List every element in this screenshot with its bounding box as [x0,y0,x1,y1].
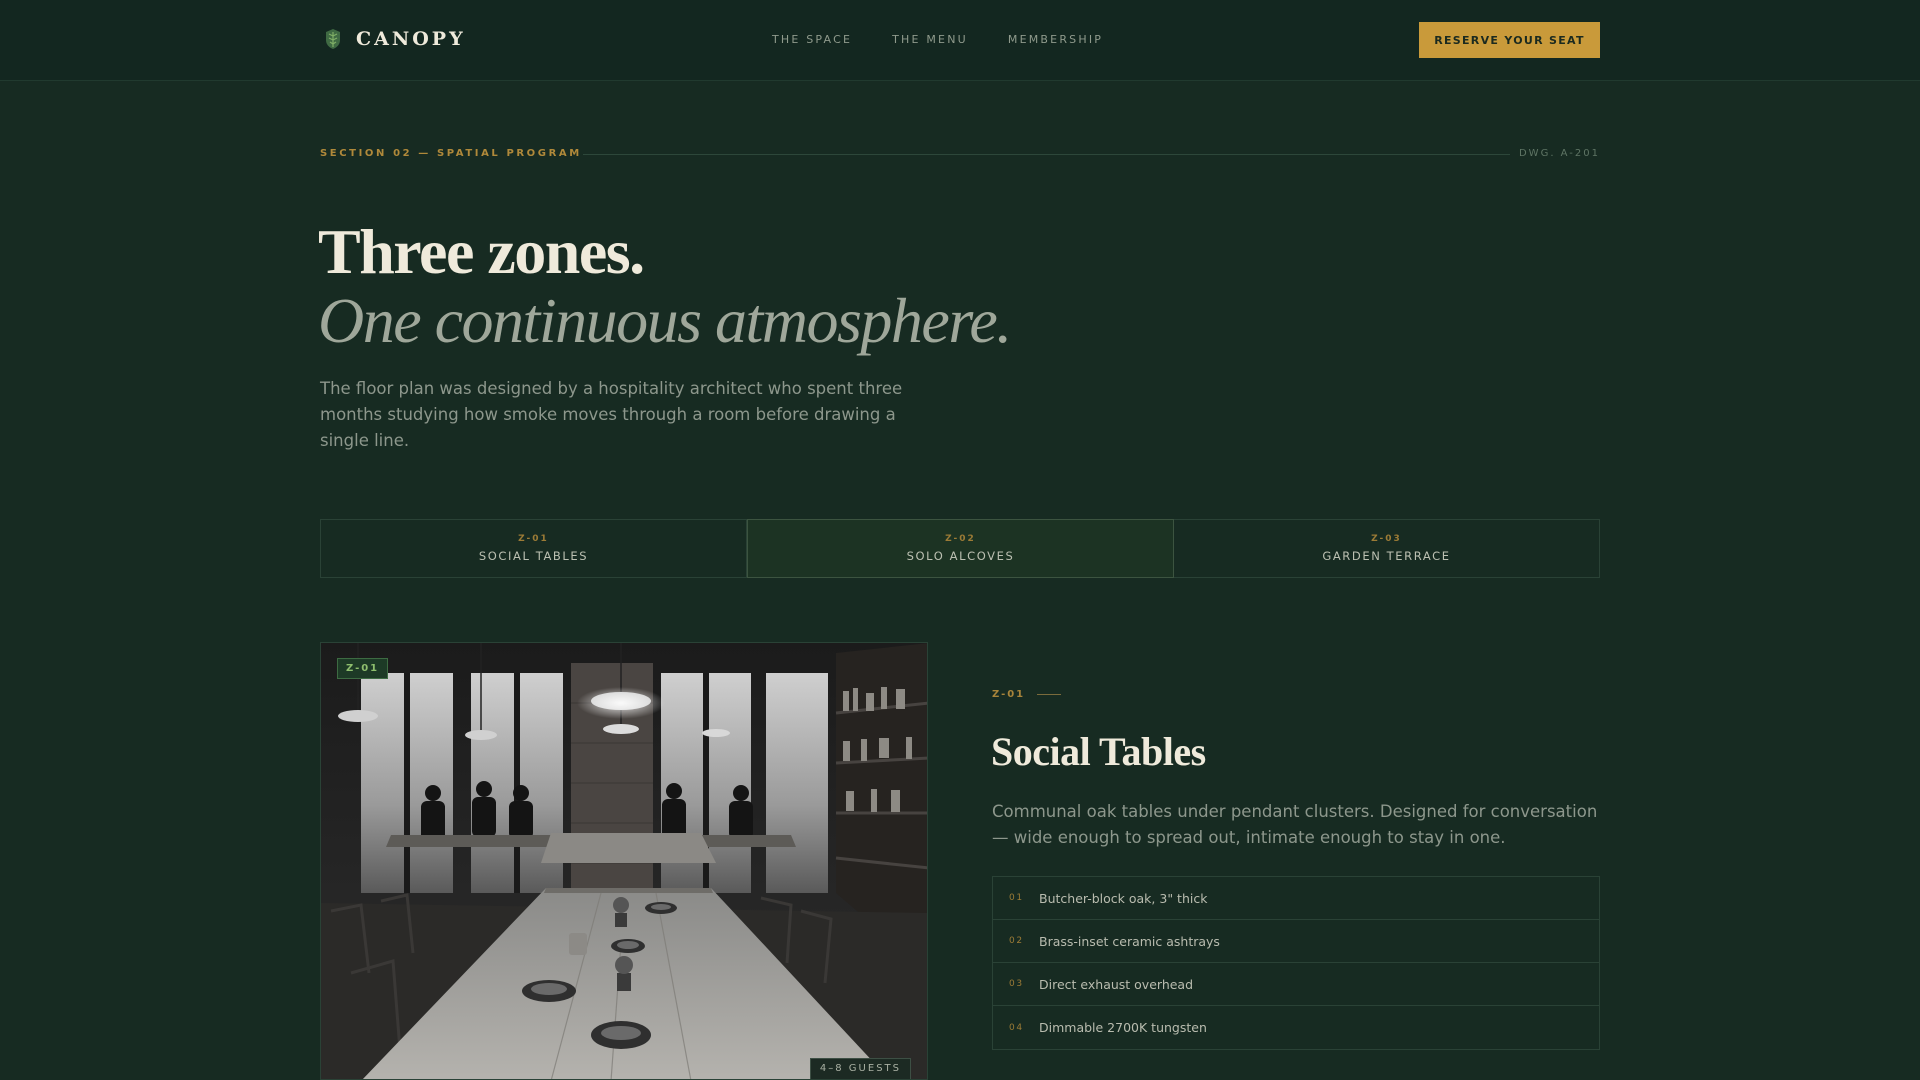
section-lede: The floor plan was designed by a hospita… [320,379,903,450]
zone-code-label: Z-01 [992,689,1026,700]
tab-solo-alcoves[interactable]: Z-02 SOLO ALCOVES [747,519,1174,578]
zone-description: Communal oak tables under pendant cluste… [992,802,1598,847]
tab-code: Z-02 [945,534,976,544]
list-item: 04 Dimmable 2700K tungsten [993,1006,1599,1049]
feature-number: 02 [1009,936,1024,946]
zone-code-rule [1037,694,1062,695]
list-item: 01 Butcher-block oak, 3" thick [993,877,1599,920]
tab-label: GARDEN TERRACE [1322,549,1451,563]
page-subtitle: One continuous atmosphere. [318,285,1012,356]
feature-text: Brass-inset ceramic ashtrays [1039,933,1220,949]
tab-label: SOLO ALCOVES [906,549,1015,563]
feature-number: 04 [1009,1022,1024,1033]
eyebrow-divider [583,154,1510,155]
reserve-seat-button[interactable]: RESERVE YOUR SEAT [1419,22,1600,58]
feature-list: 01 Butcher-block oak, 3" thick 02 Brass-… [992,876,1600,1050]
list-item: 02 Brass-inset ceramic ashtrays [993,920,1599,963]
cafe-interior-image [321,643,927,1079]
drawing-reference: DWG. A-201 [1518,148,1600,159]
zone-photo: Z-01 4–8 GUESTS [320,642,928,1080]
feature-number: 01 [1009,893,1024,903]
nav-link-the-space[interactable]: THE SPACE [772,33,852,46]
zone-title: Social Tables [991,729,1206,774]
section-eyebrow: SECTION 02 — SPATIAL PROGRAM [320,148,582,159]
feature-number: 03 [1009,979,1024,989]
tab-social-tables[interactable]: Z-01 SOCIAL TABLES [321,520,747,577]
zone-tabs: Z-01 SOCIAL TABLES Z-02 SOLO ALCOVES Z-0… [320,519,1600,578]
tab-code: Z-01 [518,534,549,544]
feature-text: Dimmable 2700K tungsten [1039,1020,1207,1035]
guest-capacity-badge: 4–8 GUESTS [809,1058,911,1079]
brand-logo[interactable]: CANOPY [324,28,466,50]
tab-garden-terrace[interactable]: Z-03 GARDEN TERRACE [1174,520,1599,577]
feature-text: Direct exhaust overhead [1039,976,1194,992]
list-item: 03 Direct exhaust overhead [993,963,1599,1006]
tab-code: Z-03 [1371,534,1402,544]
top-nav: CANOPY THE SPACE THE MENU MEMBERSHIP RES… [0,0,1920,81]
nav-link-membership[interactable]: MEMBERSHIP [1008,33,1103,46]
feature-text: Butcher-block oak, 3" thick [1039,890,1208,906]
primary-nav: THE SPACE THE MENU MEMBERSHIP [772,33,1103,46]
leaf-crest-icon [326,29,340,49]
page-title: Three zones. [318,216,645,287]
tab-label: SOCIAL TABLES [478,549,589,563]
zone-code: Z-01 [992,689,1062,700]
nav-link-the-menu[interactable]: THE MENU [892,33,968,46]
photo-zone-tag: Z-01 [337,658,389,679]
brand-name: CANOPY [356,28,466,50]
